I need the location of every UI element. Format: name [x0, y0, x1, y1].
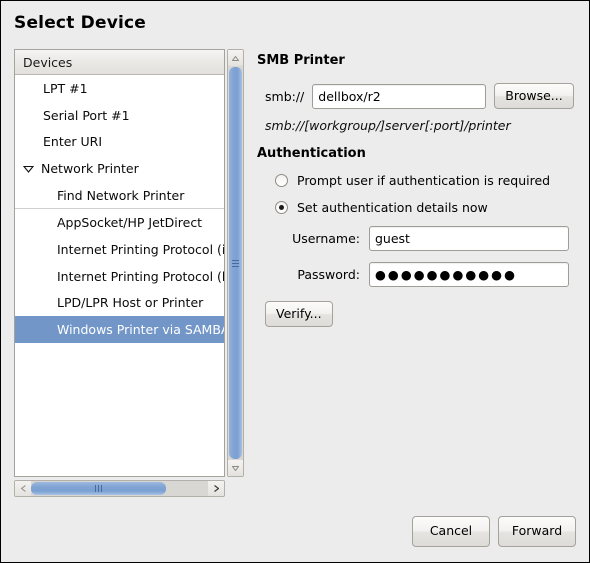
radio-set-auth-now[interactable]: Set authentication details now: [257, 200, 577, 215]
device-list-item-label: Find Network Printer: [57, 187, 185, 203]
device-list-item-label: Internet Printing Protocol (https): [57, 268, 224, 284]
device-list-item-label: LPD/LPR Host or Printer: [57, 295, 204, 311]
device-list-header: Devices: [15, 50, 224, 75]
scroll-right-arrow-icon[interactable]: [208, 481, 224, 496]
forward-button[interactable]: Forward: [498, 516, 576, 547]
smb-printer-heading: SMB Printer: [257, 53, 345, 68]
select-device-dialog: Select Device Devices LPT #1 Serial Port …: [0, 0, 590, 563]
device-list-horizontal-scrollbar[interactable]: [14, 480, 225, 497]
horizontal-scrollbar-track[interactable]: [31, 481, 208, 496]
password-row: Password:: [257, 262, 569, 287]
username-input[interactable]: [369, 226, 569, 251]
scroll-left-arrow-icon[interactable]: [15, 481, 31, 496]
vertical-scrollbar-thumb[interactable]: [229, 67, 242, 459]
device-list-item-label: Network Printer: [41, 161, 139, 177]
device-list-body[interactable]: LPT #1 Serial Port #1 Enter URI Network Pri…: [15, 75, 224, 475]
radio-prompt-user[interactable]: Prompt user if authentication is require…: [257, 173, 577, 188]
scrollbar-grip-icon: [95, 485, 102, 492]
scrollbar-grip-icon: [232, 259, 239, 267]
device-list-item-label: Internet Printing Protocol (ipp): [57, 241, 224, 257]
device-list-item[interactable]: Serial Port #1: [15, 102, 224, 129]
device-list-vertical-scrollbar[interactable]: [227, 49, 244, 477]
scroll-up-arrow-icon[interactable]: [228, 50, 243, 66]
device-list-item[interactable]: Windows Printer via SAMBA: [15, 316, 224, 344]
device-list-item[interactable]: Find Network Printer: [15, 182, 224, 210]
cancel-button[interactable]: Cancel: [412, 516, 490, 547]
page-title: Select Device: [14, 13, 147, 33]
smb-uri-hint: smb://[workgroup/]server[:port]/printer: [265, 118, 511, 133]
smb-uri-row: smb:// Browse...: [257, 83, 577, 109]
device-list-item-label: Serial Port #1: [43, 107, 130, 123]
device-list-header-label: Devices: [23, 54, 73, 70]
device-list-item[interactable]: Internet Printing Protocol (ipp): [15, 236, 224, 263]
radio-set-auth-now-label: Set authentication details now: [297, 200, 488, 215]
device-list-item[interactable]: LPT #1: [15, 75, 224, 102]
device-list[interactable]: Devices LPT #1 Serial Port #1 Enter URI Net…: [14, 49, 225, 477]
radio-set-auth-now-icon[interactable]: [275, 201, 288, 214]
password-input[interactable]: [369, 262, 569, 287]
scroll-down-arrow-icon[interactable]: [228, 460, 243, 476]
authentication-heading: Authentication: [257, 146, 366, 161]
smb-uri-prefix-label: smb://: [265, 88, 305, 104]
smb-uri-input[interactable]: [312, 83, 487, 109]
device-list-item-label: AppSocket/HP JetDirect: [57, 215, 203, 231]
device-list-item[interactable]: AppSocket/HP JetDirect: [15, 209, 224, 236]
smb-printer-panel: SMB Printer smb:// Browse... smb://[work…: [257, 53, 577, 327]
browse-button[interactable]: Browse...: [494, 83, 574, 109]
horizontal-scrollbar-thumb[interactable]: [31, 482, 166, 495]
verify-button[interactable]: Verify...: [265, 301, 333, 327]
device-list-item[interactable]: LPD/LPR Host or Printer: [15, 290, 224, 317]
device-list-item[interactable]: Enter URI: [15, 129, 224, 156]
radio-prompt-user-icon[interactable]: [275, 174, 288, 187]
device-list-item[interactable]: Network Printer: [15, 155, 224, 182]
device-list-item[interactable]: Internet Printing Protocol (https): [15, 263, 224, 290]
triangle-down-icon[interactable]: [22, 165, 37, 173]
password-label: Password:: [297, 267, 360, 282]
username-row: Username:: [257, 226, 569, 251]
device-list-item-label: LPT #1: [43, 80, 88, 96]
radio-prompt-user-label: Prompt user if authentication is require…: [297, 173, 551, 188]
device-list-item-label: Windows Printer via SAMBA: [57, 322, 224, 338]
username-label: Username:: [292, 231, 360, 246]
device-list-item-label: Enter URI: [43, 134, 103, 150]
dialog-footer: Cancel Forward: [412, 516, 576, 547]
